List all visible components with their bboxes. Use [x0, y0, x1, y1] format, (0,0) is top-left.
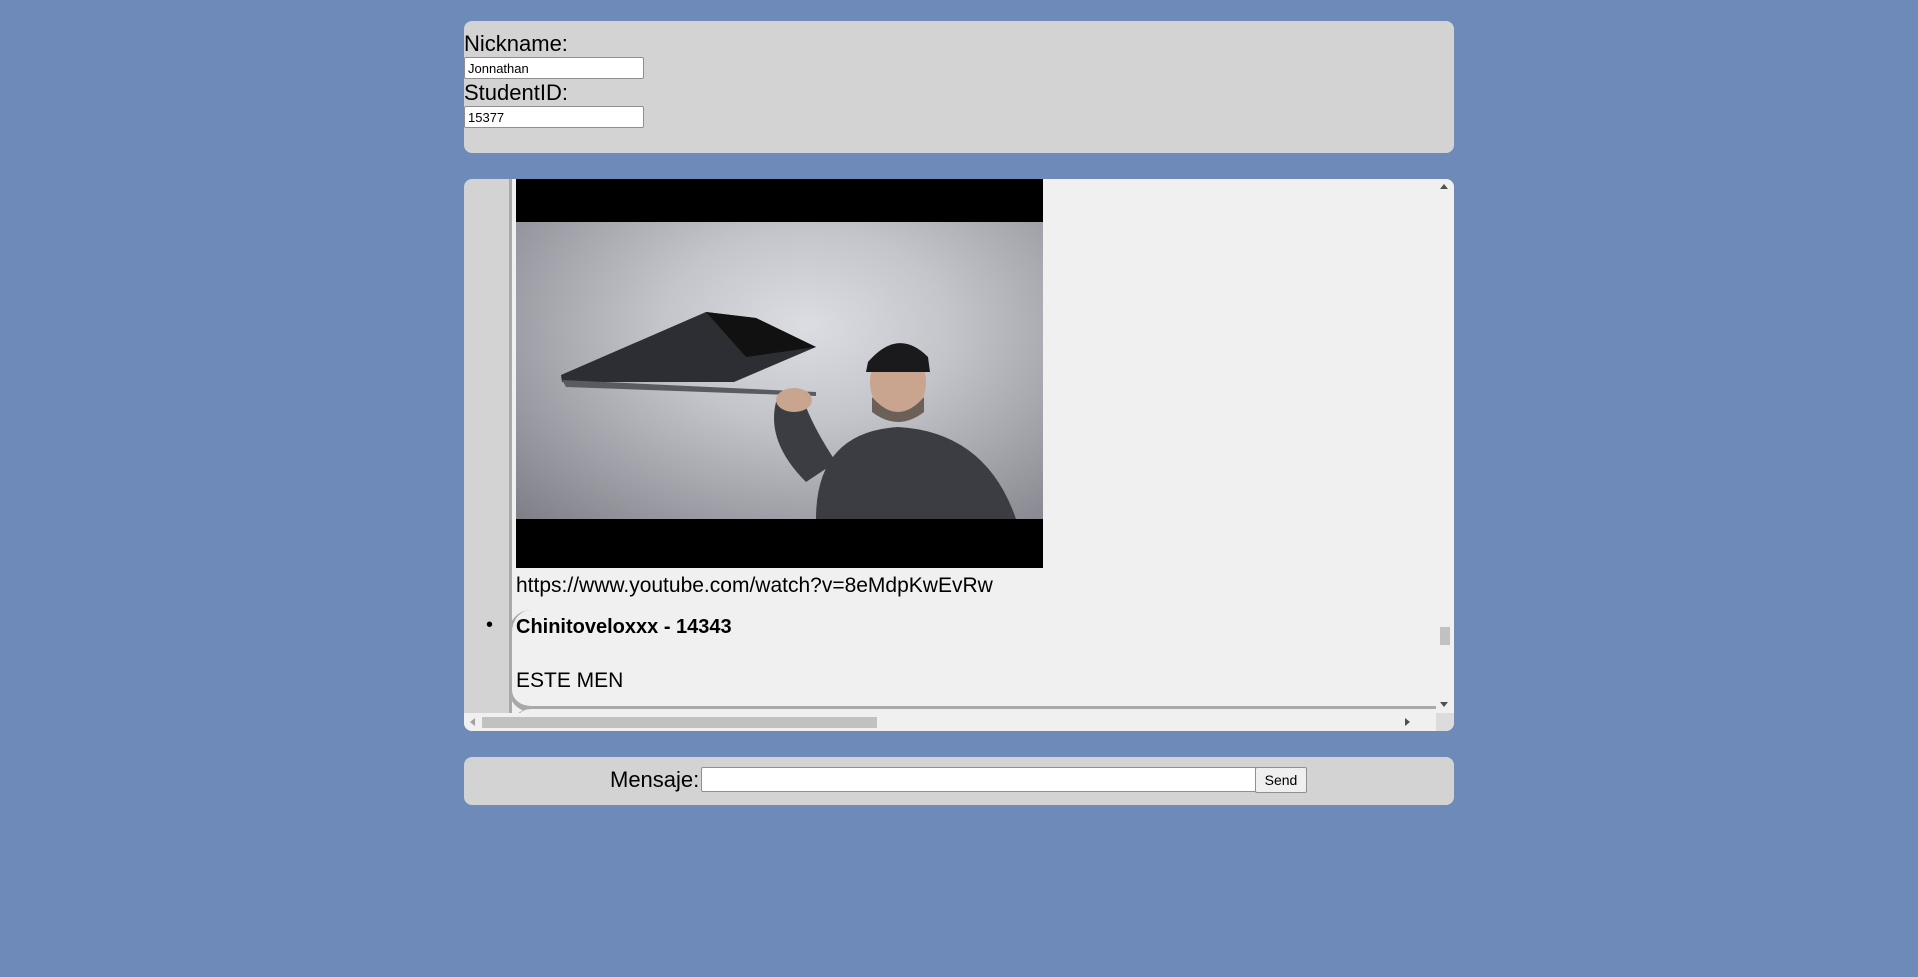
chat-panel: https://www.youtube.com/watch?v=8eMdpKwE… — [464, 179, 1454, 731]
person-hand — [776, 388, 812, 412]
message-label: Mensaje: — [610, 767, 700, 792]
compose-panel: Mensaje: Send — [464, 757, 1454, 805]
student-id-label: StudentID: — [464, 80, 568, 105]
send-button[interactable]: Send — [1255, 767, 1307, 793]
message-text: ESTE MEN — [516, 669, 624, 692]
scroll-up-icon[interactable] — [1440, 184, 1448, 189]
video-thumbnail[interactable] — [516, 179, 1043, 568]
video-preview-image — [561, 312, 1016, 519]
nickname-input[interactable] — [464, 57, 644, 79]
vertical-scrollbar[interactable] — [1436, 179, 1454, 713]
vertical-scroll-thumb[interactable] — [1440, 627, 1450, 645]
scroll-corner — [1436, 713, 1454, 731]
profile-panel: Nickname: StudentID: — [464, 21, 1454, 153]
laptop-base — [562, 380, 816, 396]
person-cap — [866, 343, 930, 372]
scroll-left-icon[interactable] — [470, 718, 475, 726]
list-bullet: • — [486, 614, 494, 636]
message-link[interactable]: https://www.youtube.com/watch?v=8eMdpKwE… — [516, 574, 993, 598]
video-frame — [516, 222, 1043, 519]
scroll-right-icon[interactable] — [1405, 718, 1410, 726]
message-author: Chinitoveloxxx - 14343 — [516, 616, 732, 638]
chat-viewport: https://www.youtube.com/watch?v=8eMdpKwE… — [464, 179, 1436, 713]
nickname-label: Nickname: — [464, 31, 568, 56]
person-body — [816, 427, 1016, 519]
scroll-down-icon[interactable] — [1440, 702, 1448, 707]
message-input[interactable] — [701, 767, 1257, 792]
student-id-input[interactable] — [464, 106, 644, 128]
horizontal-scroll-thumb[interactable] — [482, 717, 877, 728]
horizontal-scrollbar[interactable] — [464, 713, 1436, 731]
